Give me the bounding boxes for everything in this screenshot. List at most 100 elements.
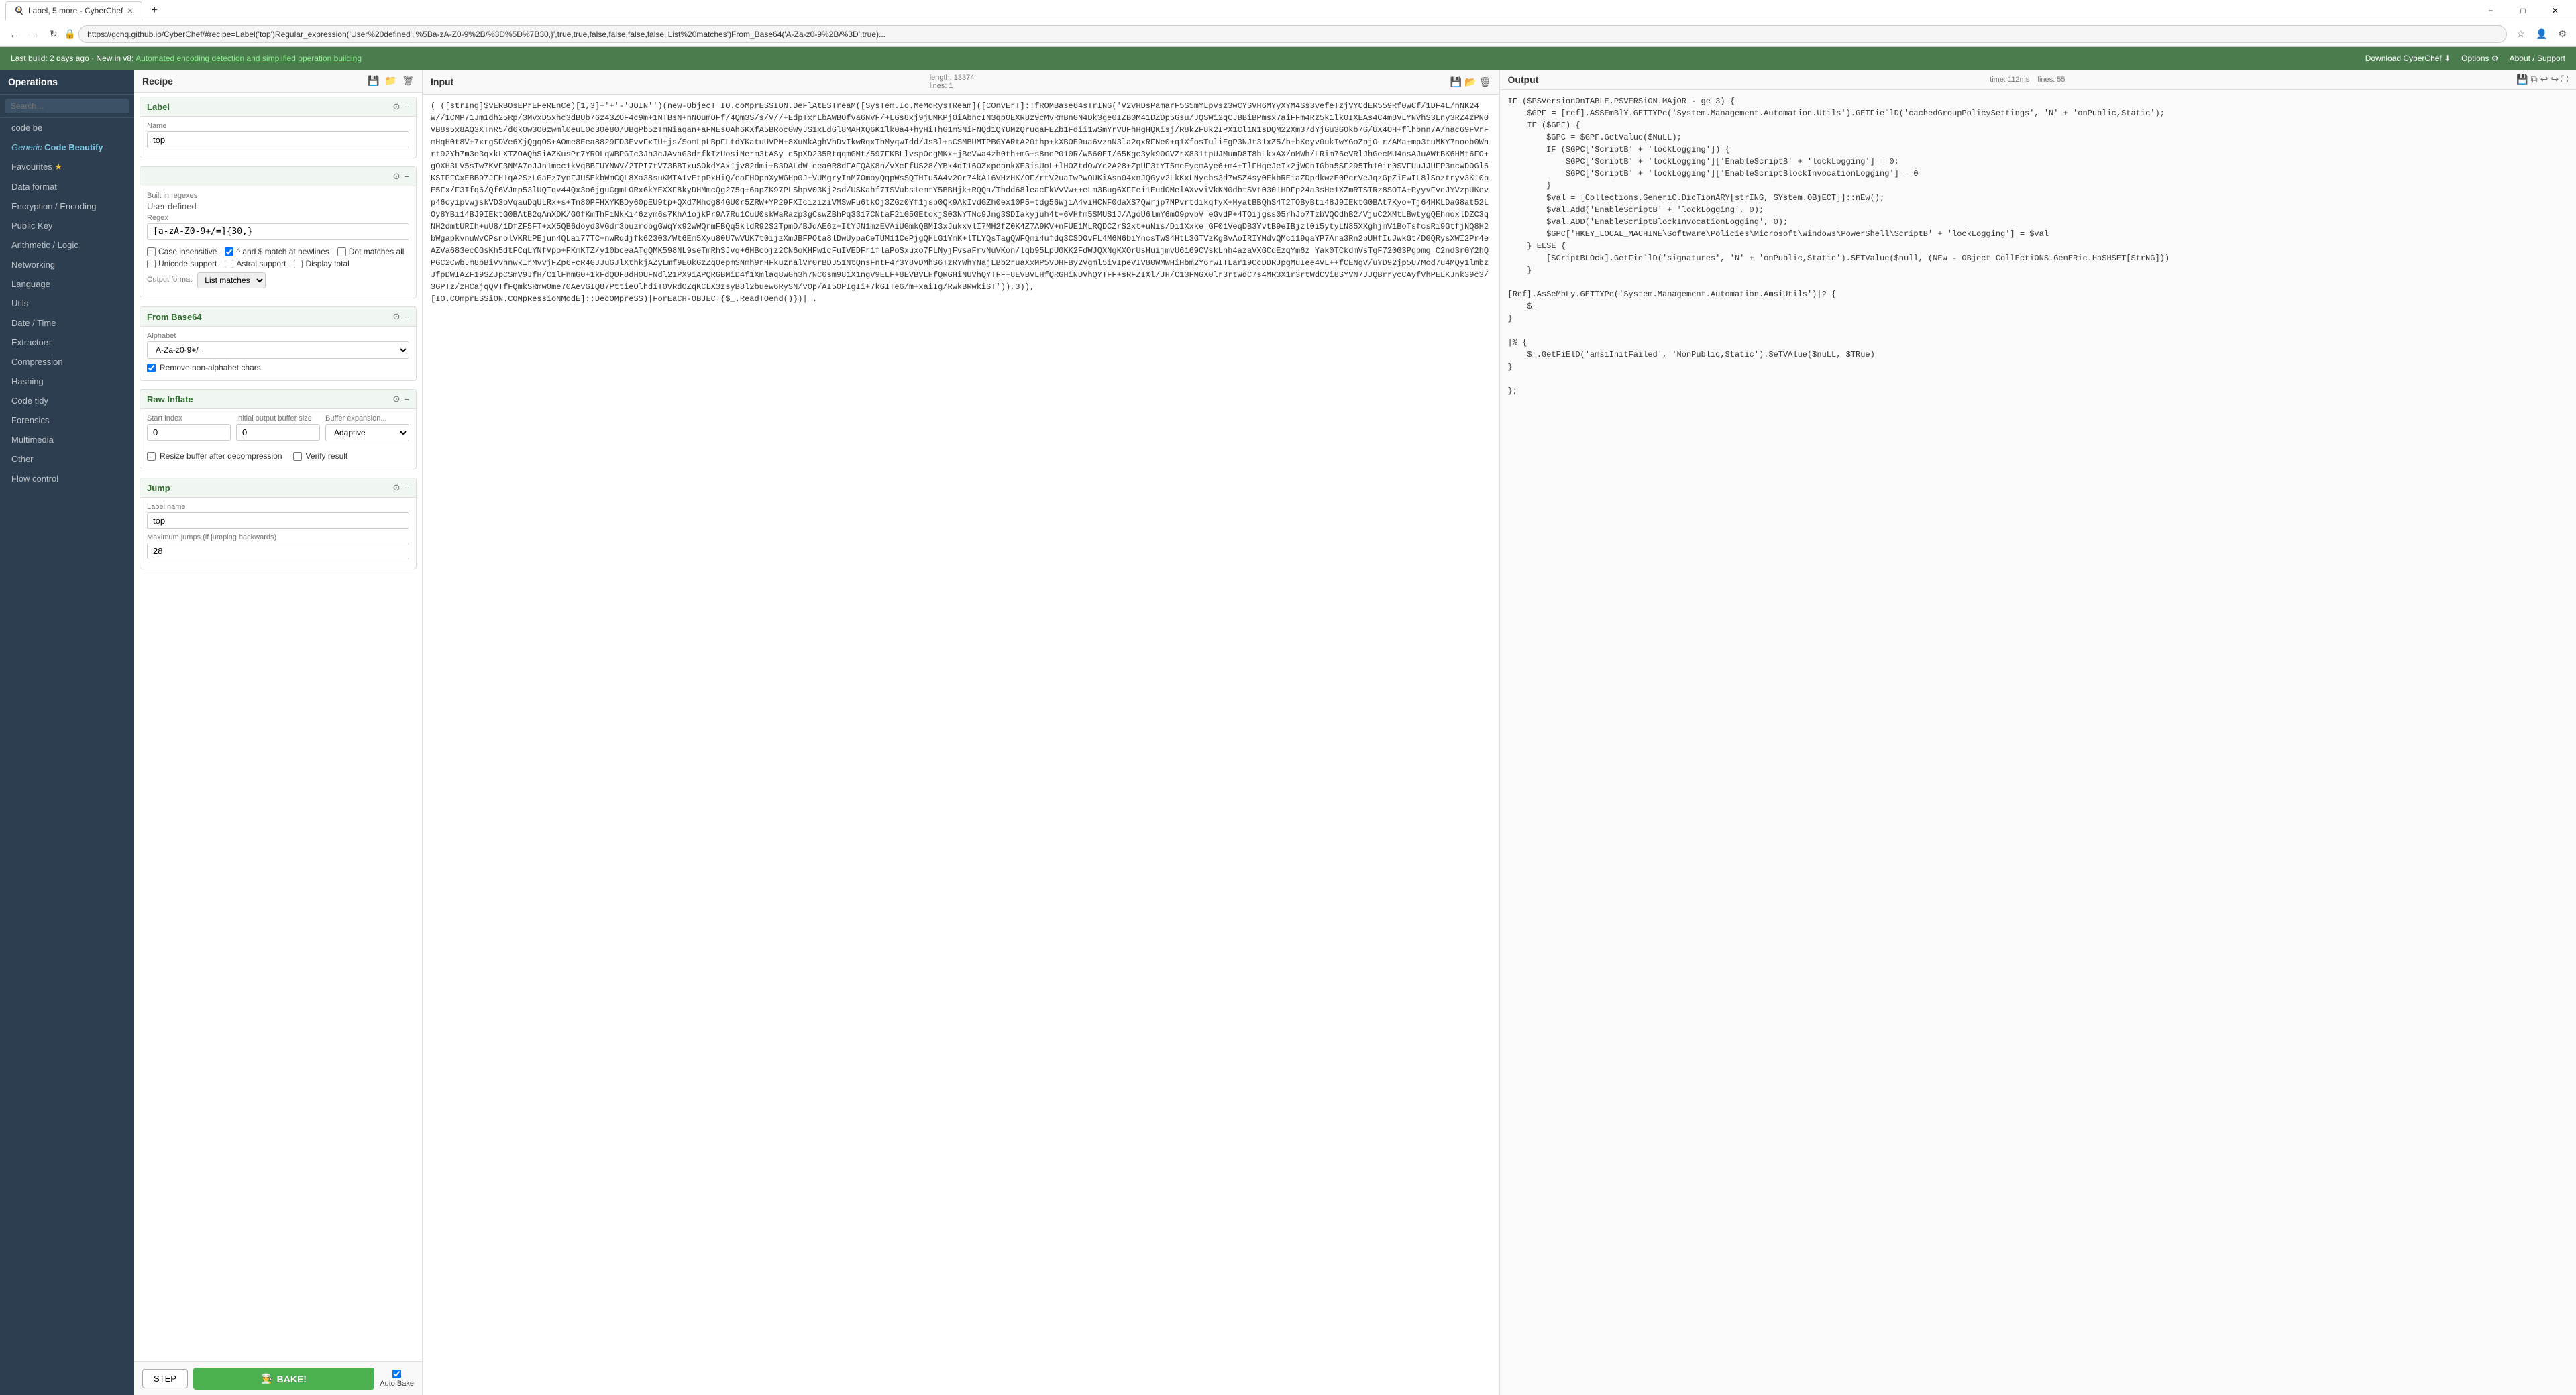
sidebar-item-public-key[interactable]: Public Key <box>0 216 134 235</box>
url-input[interactable] <box>78 25 2507 43</box>
label-op-disable-btn[interactable]: ⊙ <box>393 101 400 112</box>
notif-text: Last build: 2 days ago · New in v8: Auto… <box>11 54 362 63</box>
output-format-select[interactable]: List matches <box>197 272 266 288</box>
astral-support-flag: Astral support <box>225 259 286 268</box>
back-btn[interactable]: ← <box>5 26 23 42</box>
display-total-label[interactable]: Display total <box>305 259 349 268</box>
resize-buffer-checkbox[interactable] <box>147 452 156 461</box>
maximize-btn[interactable]: □ <box>2508 0 2538 21</box>
sidebar-item-multimedia[interactable]: Multimedia <box>0 430 134 449</box>
label-name-input[interactable] <box>147 512 409 529</box>
dot-matches-checkbox[interactable] <box>337 247 346 256</box>
sidebar-item-hashing[interactable]: Hashing <box>0 372 134 391</box>
sidebar-item-favourites[interactable]: Favourites ★ <box>0 157 134 177</box>
download-cyberchef-btn[interactable]: Download CyberChef ⬇ <box>2365 54 2451 63</box>
close-btn[interactable]: ✕ <box>2540 0 2571 21</box>
tab-close-btn[interactable]: ✕ <box>127 7 133 15</box>
sidebar-item-extractors[interactable]: Extractors <box>0 333 134 352</box>
sidebar-item-data-format[interactable]: Data format <box>0 177 134 197</box>
sidebar-item-forensics[interactable]: Forensics <box>0 410 134 430</box>
sidebar-item-encryption[interactable]: Encryption / Encoding <box>0 197 134 216</box>
initial-buffer-input[interactable] <box>236 424 320 441</box>
remove-nonalpha-checkbox[interactable] <box>147 364 156 372</box>
output-expand-btn[interactable]: ⛶ <box>2561 74 2568 85</box>
from-base64-op-min-btn[interactable]: − <box>404 311 409 322</box>
sidebar-search-input[interactable] <box>5 99 129 113</box>
display-total-checkbox[interactable] <box>294 260 303 268</box>
name-field-input[interactable] <box>147 131 409 148</box>
step-btn[interactable]: STEP <box>142 1369 188 1388</box>
sidebar-item-networking[interactable]: Networking <box>0 255 134 274</box>
output-title: Output <box>1508 74 1539 85</box>
sidebar-item-label: Arithmetic / Logic <box>11 240 78 250</box>
unicode-support-label[interactable]: Unicode support <box>158 259 217 268</box>
browser-tab[interactable]: 🍳 Label, 5 more - CyberChef ✕ <box>5 1 142 20</box>
start-index-label: Start index <box>147 414 231 423</box>
remove-nonalpha-label[interactable]: Remove non-alphabet chars <box>160 363 261 372</box>
verify-result-checkbox[interactable] <box>293 452 302 461</box>
buffer-expansion-select[interactable]: Adaptive <box>325 424 409 441</box>
minimize-btn[interactable]: − <box>2475 0 2506 21</box>
raw-inflate-op-min-btn[interactable]: − <box>404 394 409 404</box>
jump-op-disable-btn[interactable]: ⊙ <box>393 482 400 493</box>
case-insensitive-label[interactable]: Case insensitive <box>158 247 217 256</box>
tab-label: Label, 5 more - CyberChef <box>28 6 123 15</box>
bookmark-btn[interactable]: ☆ <box>2512 25 2529 42</box>
new-tab-btn[interactable]: + <box>148 5 162 17</box>
sidebar-item-date-time[interactable]: Date / Time <box>0 313 134 333</box>
recipe-save-btn[interactable]: 💾 <box>368 75 379 87</box>
sidebar-item-compression[interactable]: Compression <box>0 352 134 372</box>
astral-support-checkbox[interactable] <box>225 260 233 268</box>
start-index-input[interactable] <box>147 424 231 441</box>
caret-dollar-label[interactable]: ^ and $ match at newlines <box>236 247 329 256</box>
output-save-btn[interactable]: 💾 <box>2516 74 2528 85</box>
output-redo-btn[interactable]: ↪ <box>2551 74 2559 85</box>
case-insensitive-checkbox[interactable] <box>147 247 156 256</box>
output-undo-btn[interactable]: ↩ <box>2540 74 2548 85</box>
input-content[interactable]: ( ([strIng]$vERBOsEPrEFeREnCe)[1,3]+'+'-… <box>423 95 1499 1395</box>
label-op-min-btn[interactable]: − <box>404 101 409 112</box>
raw-inflate-op-block: Raw Inflate ⊙ − Start index Initial outp… <box>140 389 417 469</box>
raw-inflate-checkboxes: Resize buffer after decompression Verify… <box>147 449 409 463</box>
sidebar-item-code-beautify[interactable]: Generic Code Beautify <box>0 137 134 157</box>
sidebar-item-language[interactable]: Language <box>0 274 134 294</box>
refresh-btn[interactable]: ↻ <box>46 25 62 42</box>
about-support-btn[interactable]: About / Support <box>2510 54 2565 63</box>
auto-bake-checkbox[interactable] <box>392 1370 401 1378</box>
regex-op-min-btn[interactable]: − <box>404 171 409 182</box>
from-base64-op-disable-btn[interactable]: ⊙ <box>393 311 400 322</box>
input-clear-btn[interactable]: 🗑 <box>1479 76 1491 88</box>
sidebar-item-arithmetic[interactable]: Arithmetic / Logic <box>0 235 134 255</box>
jump-op-min-btn[interactable]: − <box>404 482 409 493</box>
sidebar-item-code-be[interactable]: code be <box>0 118 134 137</box>
notif-link[interactable]: Automated encoding detection and simplif… <box>136 54 362 63</box>
io-panels: Input length: 13374 lines: 1 💾 📂 🗑 ( ([s… <box>423 70 2576 1395</box>
input-open-btn[interactable]: 📂 <box>1464 76 1476 88</box>
resize-buffer-label[interactable]: Resize buffer after decompression <box>160 451 282 461</box>
recipe-delete-btn[interactable]: 🗑 <box>402 75 414 87</box>
input-meta: length: 13374 lines: 1 <box>930 74 975 90</box>
regex-field-input[interactable] <box>147 223 409 240</box>
settings-btn[interactable]: ⚙ <box>2554 25 2571 42</box>
dot-matches-label[interactable]: Dot matches all <box>349 247 405 256</box>
profile-btn[interactable]: 👤 <box>2532 25 2551 42</box>
sidebar-item-flow-control[interactable]: Flow control <box>0 469 134 488</box>
max-jumps-input[interactable] <box>147 543 409 559</box>
sidebar-item-utils[interactable]: Utils <box>0 294 134 313</box>
unicode-support-checkbox[interactable] <box>147 260 156 268</box>
astral-support-label[interactable]: Astral support <box>236 259 286 268</box>
sidebar-item-other[interactable]: Other <box>0 449 134 469</box>
bake-btn[interactable]: 👨‍🍳 BAKE! <box>193 1368 374 1390</box>
caret-dollar-checkbox[interactable] <box>225 247 233 256</box>
sidebar-item-code-tidy[interactable]: Code tidy <box>0 391 134 410</box>
verify-result-label[interactable]: Verify result <box>306 451 348 461</box>
options-btn[interactable]: Options ⚙ <box>2461 54 2498 63</box>
input-save-btn[interactable]: 💾 <box>1450 76 1462 88</box>
raw-inflate-op-disable-btn[interactable]: ⊙ <box>393 394 400 404</box>
output-copy-btn[interactable]: ⧉ <box>2531 74 2538 85</box>
recipe-folder-btn[interactable]: 📁 <box>385 75 396 87</box>
auto-bake-label[interactable]: Auto Bake <box>380 1380 414 1388</box>
forward-btn[interactable]: → <box>25 26 43 42</box>
regex-op-disable-btn[interactable]: ⊙ <box>393 171 400 182</box>
alphabet-select[interactable]: A-Za-z0-9+/= <box>147 341 409 359</box>
